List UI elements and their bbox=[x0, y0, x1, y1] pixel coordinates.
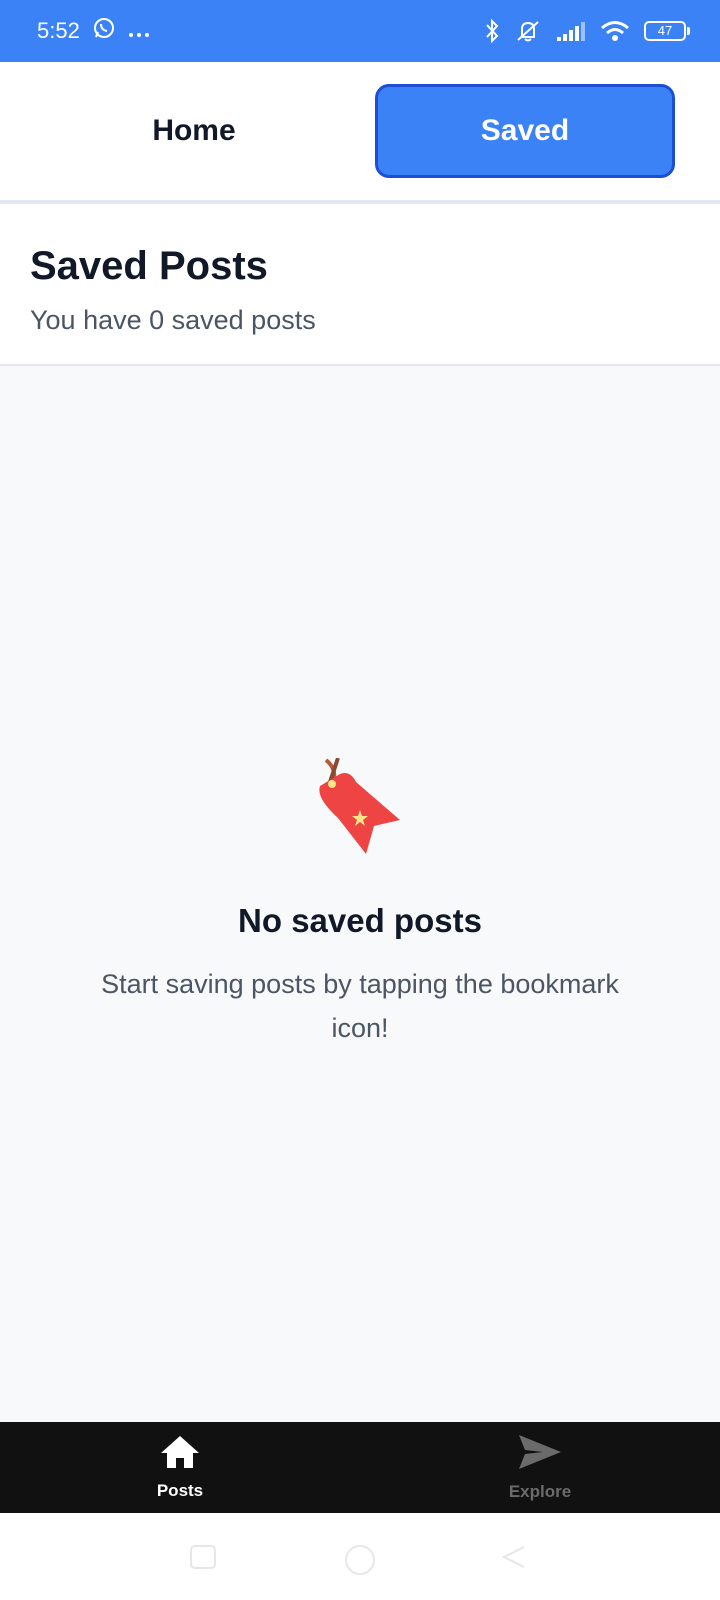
bookmark-tag-icon bbox=[308, 757, 408, 858]
back-icon[interactable] bbox=[500, 1543, 526, 1576]
home-circle-icon[interactable] bbox=[343, 1543, 377, 1582]
system-nav-bar bbox=[0, 1513, 720, 1600]
bluetooth-icon bbox=[484, 18, 500, 44]
battery-level: 47 bbox=[644, 21, 686, 41]
status-time: 5:52 bbox=[37, 18, 80, 43]
page-header: Saved Posts You have 0 saved posts bbox=[0, 204, 720, 366]
send-icon bbox=[517, 1433, 563, 1476]
nav-item-explore[interactable]: Explore bbox=[360, 1422, 720, 1513]
bottom-nav: Posts Explore bbox=[0, 1422, 720, 1513]
empty-state-area: No saved posts Start saving posts by tap… bbox=[0, 366, 720, 1422]
tab-home[interactable]: Home bbox=[44, 84, 344, 178]
status-bar: 5:52 47 bbox=[0, 0, 720, 62]
whatsapp-icon bbox=[92, 16, 116, 46]
home-icon bbox=[159, 1434, 201, 1475]
saved-count-text: You have 0 saved posts bbox=[30, 305, 316, 335]
nav-label-posts: Posts bbox=[156, 1481, 204, 1500]
nav-item-posts[interactable]: Posts bbox=[0, 1422, 360, 1513]
recent-apps-icon[interactable] bbox=[188, 1543, 218, 1576]
nav-label-explore: Explore bbox=[508, 1482, 572, 1501]
status-right: 47 bbox=[484, 18, 690, 44]
empty-state-message: Start saving posts by tapping the bookma… bbox=[101, 969, 619, 1043]
status-left: 5:52 bbox=[37, 16, 150, 46]
mute-icon bbox=[514, 18, 542, 44]
empty-state-title: No saved posts bbox=[238, 902, 482, 939]
top-tab-bar: Home Saved bbox=[0, 62, 720, 204]
signal-icon bbox=[556, 20, 586, 42]
wifi-icon bbox=[600, 19, 630, 43]
more-dots-icon bbox=[128, 18, 150, 44]
battery-icon: 47 bbox=[644, 21, 690, 41]
page-title: Saved Posts bbox=[30, 244, 268, 288]
tab-saved[interactable]: Saved bbox=[375, 84, 675, 178]
